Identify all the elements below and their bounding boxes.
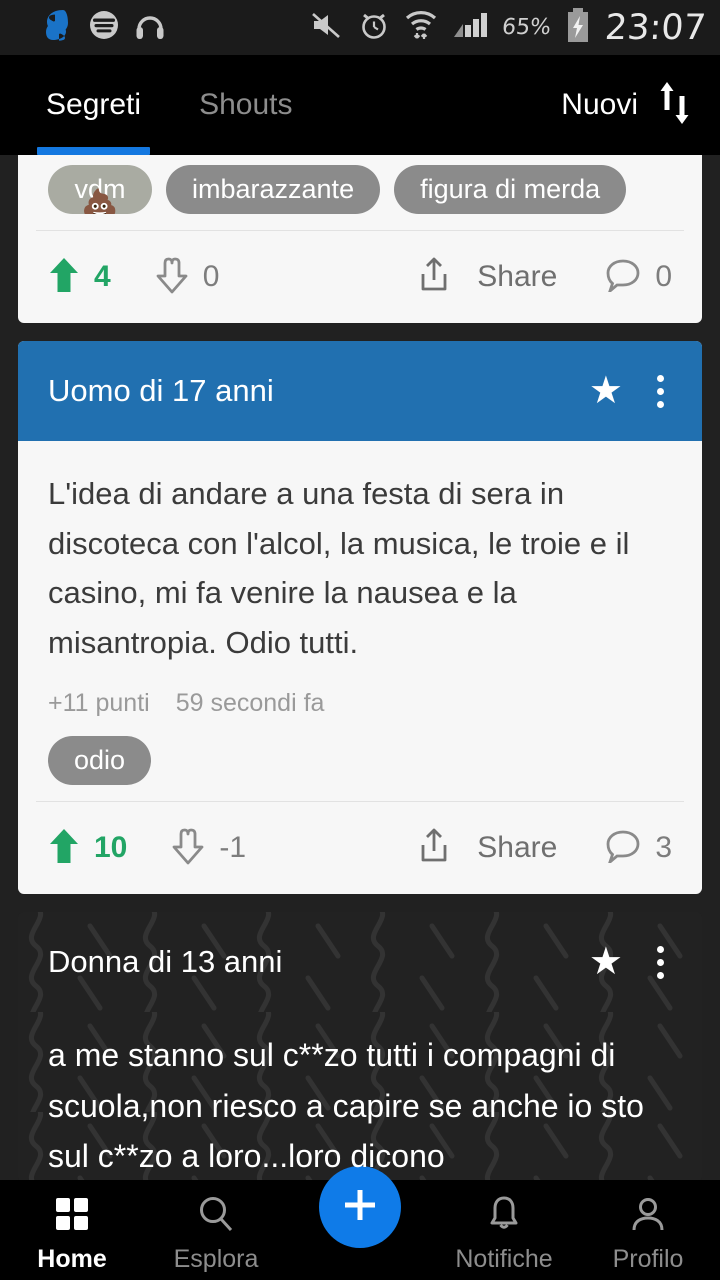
top-tab-bar: Segreti Shouts Nuovi [0, 55, 720, 155]
share-label: Share [477, 831, 558, 865]
nav-item-profilo[interactable]: Profilo [576, 1180, 720, 1280]
card-header: Donna di 13 anni ★ [18, 912, 702, 1012]
mute-icon [310, 10, 344, 45]
comments-button[interactable]: 3 [605, 829, 672, 868]
downvote-arrow-icon [155, 256, 189, 299]
plus-icon [338, 1183, 382, 1232]
tab-shouts-label: Shouts [199, 88, 293, 121]
status-bar-left-icons [0, 7, 166, 48]
card-header-icons: ★ [589, 942, 672, 983]
upvote-button[interactable]: 4 [48, 256, 111, 299]
upvote-arrow-icon [48, 827, 80, 870]
card-header: Uomo di 17 anni ★ [18, 341, 702, 441]
headphones-icon [134, 10, 166, 45]
secret-card[interactable]: Donna di 13 anni ★ a me stanno sul c**zo… [18, 912, 702, 1180]
search-icon [196, 1194, 236, 1239]
tag-chip-label: odio [74, 745, 126, 776]
share-button[interactable]: Share [417, 256, 557, 299]
secrets-feed[interactable]: vdm 💩 imbarazzante figura di merda 4 0 S… [0, 155, 720, 1180]
star-icon[interactable]: ★ [589, 372, 623, 410]
tag-chip[interactable]: figura di merda [394, 165, 627, 214]
status-bar-right-icons: 65% 23:07 [310, 7, 720, 48]
fab-wrapper [288, 1166, 432, 1248]
card-body: L'idea di andare a una festa di sera in … [18, 441, 702, 801]
kebab-menu-icon[interactable] [649, 371, 672, 412]
share-icon [417, 256, 451, 299]
upvote-button[interactable]: 10 [48, 827, 127, 870]
status-bar: 65% 23:07 [0, 0, 720, 55]
upvote-count: 4 [94, 260, 111, 293]
app-root: 65% 23:07 Segreti Shouts Nuovi vdm 💩 imb… [0, 0, 720, 1280]
points-label: +11 punti [48, 689, 150, 718]
downvote-button[interactable]: 0 [155, 256, 220, 299]
grid-icon [52, 1194, 92, 1239]
nav-item-esplora-label: Esplora [173, 1245, 259, 1273]
card-action-bar: 10 -1 Share 3 [18, 802, 702, 894]
person-icon [628, 1194, 668, 1239]
tag-chip[interactable]: odio [48, 736, 152, 786]
tag-chip[interactable]: vdm 💩 [48, 165, 152, 214]
comment-count: 0 [655, 260, 672, 293]
nav-item-home-label: Home [37, 1245, 107, 1273]
tab-shouts[interactable]: Shouts [199, 55, 292, 155]
sort-filter-button[interactable]: Nuovi [561, 88, 638, 122]
upvote-arrow-icon [48, 256, 80, 299]
share-icon [417, 827, 451, 870]
nav-item-esplora[interactable]: Esplora [144, 1180, 288, 1280]
nav-item-notifiche[interactable]: Notifiche [432, 1180, 576, 1280]
downvote-count: 0 [202, 260, 220, 293]
downvote-arrow-icon [171, 827, 205, 870]
secret-card[interactable]: vdm 💩 imbarazzante figura di merda 4 0 S… [18, 155, 702, 323]
nav-item-home[interactable]: Home [0, 1180, 144, 1280]
card-meta: +11 punti 59 secondi fa [48, 689, 672, 718]
battery-percent-label: 65% [500, 15, 553, 40]
tag-row: odio [48, 718, 672, 801]
signal-icon [452, 10, 488, 45]
bottom-navigation-bar: Home Esplora Notifiche Profilo [0, 1166, 720, 1280]
card-body: a me stanno sul c**zo tutti i compagni d… [18, 1012, 702, 1180]
tab-segreti-label: Segreti [46, 88, 142, 121]
comment-bubble-icon [605, 829, 641, 868]
battery-charging-icon [565, 7, 591, 48]
downvote-button[interactable]: -1 [171, 827, 246, 870]
nav-item-profilo-label: Profilo [612, 1245, 684, 1273]
secret-app-icon [40, 7, 74, 48]
card-header-icons: ★ [589, 371, 672, 412]
bell-icon [484, 1194, 524, 1239]
tag-chip[interactable]: imbarazzante [166, 165, 381, 214]
star-icon[interactable]: ★ [589, 943, 623, 981]
card-author-label: Donna di 13 anni [48, 944, 283, 980]
status-bar-clock: 23:07 [603, 7, 708, 48]
tag-chip-label: imbarazzante [192, 174, 355, 204]
spotify-icon [88, 9, 120, 46]
share-label: Share [477, 260, 558, 293]
tab-segreti[interactable]: Segreti [36, 55, 151, 155]
tag-row: vdm 💩 imbarazzante figura di merda [18, 155, 702, 230]
secret-text: L'idea di andare a una festa di sera in … [48, 476, 630, 660]
card-action-bar: 4 0 Share 0 [18, 231, 702, 323]
share-button[interactable]: Share [417, 827, 557, 870]
poop-emoji: 💩 [81, 189, 119, 215]
sort-arrows-icon[interactable] [656, 80, 694, 131]
kebab-menu-icon[interactable] [649, 942, 672, 983]
wifi-icon [404, 9, 438, 46]
comment-count: 3 [655, 831, 672, 865]
nav-item-notifiche-label: Notifiche [455, 1245, 553, 1273]
upvote-count: 10 [94, 831, 128, 865]
secret-text: a me stanno sul c**zo tutti i compagni d… [48, 1037, 644, 1175]
secret-card[interactable]: Uomo di 17 anni ★ L'idea di andare a una… [18, 341, 702, 895]
downvote-count: -1 [219, 831, 247, 865]
comment-bubble-icon [605, 258, 641, 297]
comments-button[interactable]: 0 [605, 258, 672, 297]
alarm-icon [358, 9, 390, 46]
tag-chip-label: figura di merda [420, 174, 601, 204]
header-right-group: Nuovi [561, 80, 720, 131]
card-author-label: Uomo di 17 anni [48, 373, 274, 408]
timestamp-label: 59 secondi fa [175, 689, 325, 718]
